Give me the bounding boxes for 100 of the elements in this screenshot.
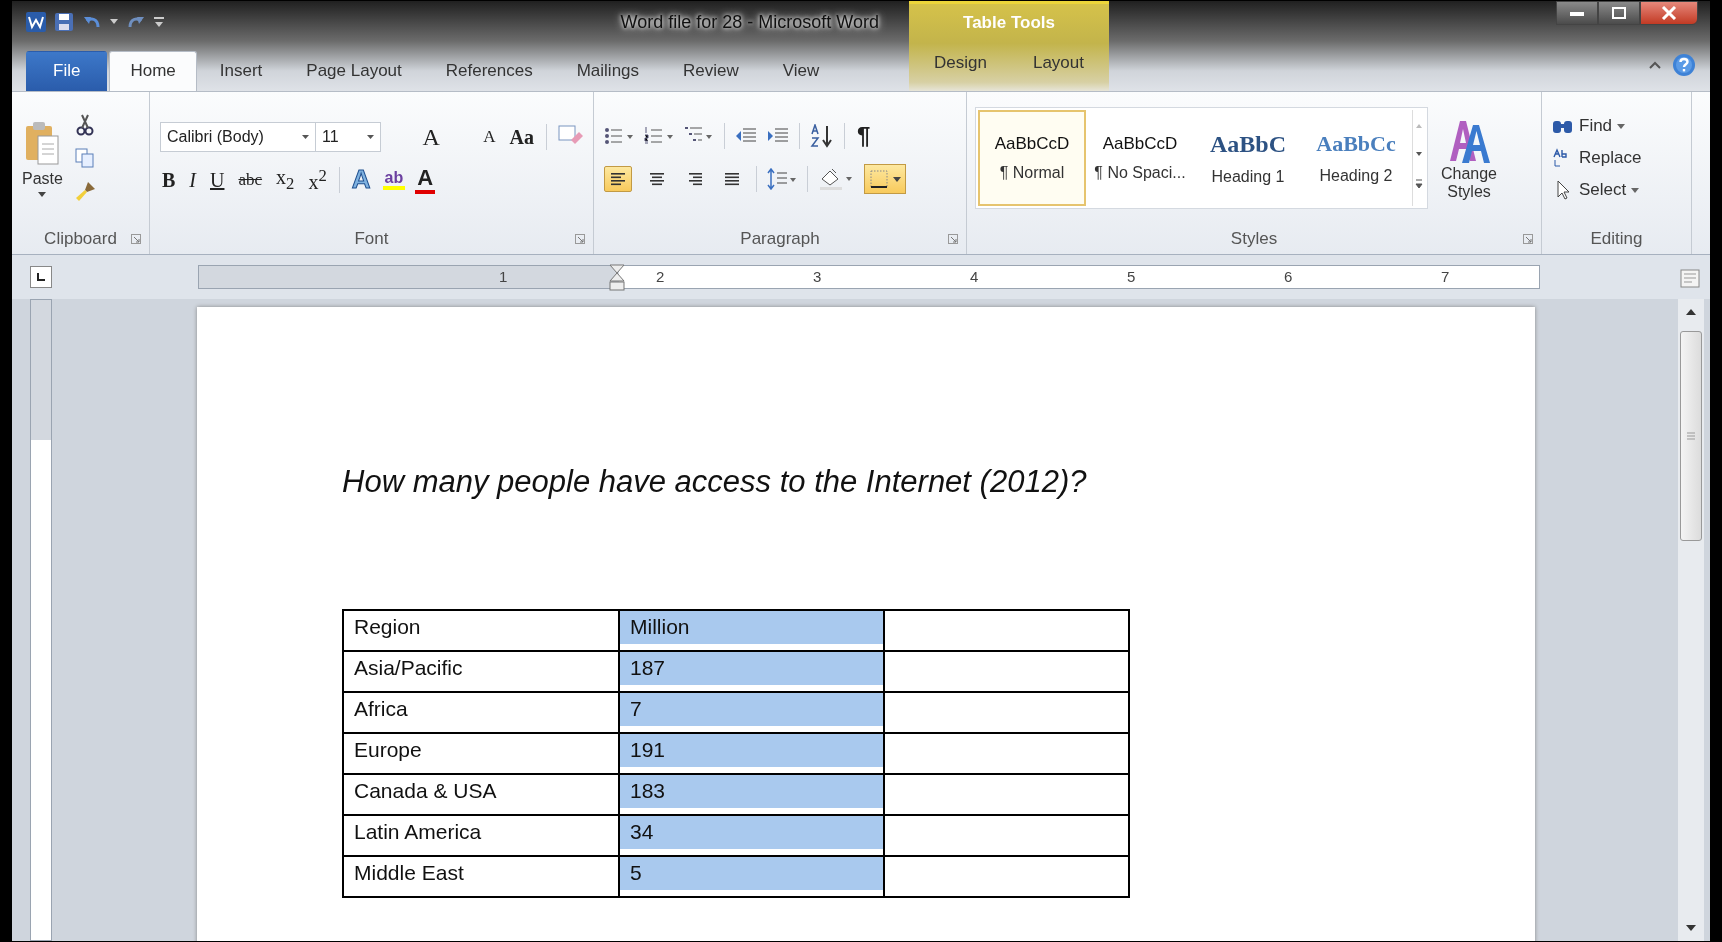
ruler-number: 2	[656, 268, 665, 285]
bold-button[interactable]: B	[160, 168, 178, 192]
align-icon	[724, 172, 740, 186]
script-button[interactable]: x$_{2}$	[274, 166, 297, 194]
group-label: Font	[354, 229, 389, 249]
caret-icon	[893, 176, 901, 182]
caret-icon	[1631, 187, 1640, 193]
ruler-number: 3	[813, 268, 822, 285]
group-label: Paragraph	[740, 229, 820, 249]
font-size-dropdown[interactable]: 11	[315, 122, 381, 152]
group-label: Editing	[1590, 229, 1643, 249]
ribbon-tab[interactable]: View	[761, 51, 841, 91]
ribbon-tab[interactable]: Insert	[198, 51, 284, 91]
ribbon-tab[interactable]: Page Layout	[285, 51, 423, 91]
show-marks-button[interactable]: ¶	[855, 122, 873, 150]
ruler-number: 4	[970, 268, 979, 285]
group-label: Styles	[1230, 229, 1278, 249]
table-cell: 187	[619, 651, 884, 692]
table-cell: Middle East	[343, 856, 619, 897]
ruler-number: 5	[1127, 268, 1136, 285]
maximize-button[interactable]	[1598, 1, 1640, 25]
numbering-icon[interactable]	[644, 126, 674, 146]
replace-button[interactable]: Replace	[1552, 145, 1691, 171]
table-cell: 34	[619, 815, 884, 856]
table-cell: 7	[619, 692, 884, 733]
borders-button[interactable]	[864, 164, 906, 194]
tab-selector-button[interactable]	[30, 266, 52, 288]
dialog-launcher-icon[interactable]	[131, 234, 141, 244]
caret-icon[interactable]	[110, 19, 118, 25]
grow-font-button[interactable]: A	[391, 123, 472, 151]
scissors-icon[interactable]	[74, 114, 95, 136]
table-cell: Africa	[343, 692, 619, 733]
align-button[interactable]	[604, 166, 632, 192]
scroll-thumb[interactable]	[1680, 331, 1702, 541]
table-cell: Canada & USA	[343, 774, 619, 815]
dialog-launcher-icon[interactable]	[575, 234, 585, 244]
ruler-number: 7	[1441, 268, 1450, 285]
bullets-icon[interactable]	[604, 126, 634, 146]
save-icon[interactable]	[54, 12, 74, 32]
clipboard-icon	[24, 119, 61, 166]
ribbon-tab[interactable]: Design	[913, 43, 1008, 83]
group-label: Clipboard	[44, 229, 117, 249]
minimize-ribbon-icon[interactable]	[1648, 60, 1662, 70]
ribbon-tab[interactable]: Layout	[1011, 43, 1105, 83]
caret-icon	[367, 135, 374, 139]
script-button[interactable]: x$^{2}$	[306, 166, 329, 194]
vertical-scrollbar[interactable]	[1678, 299, 1704, 941]
table-cell: Europe	[343, 733, 619, 774]
highlight-button[interactable]: ab	[382, 169, 406, 191]
word-logo-icon[interactable]	[26, 12, 46, 32]
copy-icon[interactable]	[74, 148, 95, 168]
dialog-launcher-icon[interactable]	[948, 234, 958, 244]
table-cell: 5	[619, 856, 884, 897]
shrink-font-button[interactable]: A	[481, 127, 498, 147]
help-icon[interactable]	[1672, 53, 1696, 77]
table-cell: 191	[619, 733, 884, 774]
table-cell: Million	[619, 610, 884, 651]
file-tab[interactable]: File	[26, 51, 108, 91]
ribbon-tab[interactable]: Review	[662, 51, 760, 91]
contextual-title: Table Tools	[963, 13, 1055, 34]
minimize-button[interactable]	[1556, 1, 1598, 25]
strike-button[interactable]: abc	[236, 170, 265, 190]
ruler-number: 6	[1284, 268, 1293, 285]
maximize-icon	[1612, 7, 1626, 19]
ribbon-tab[interactable]: Mailings	[555, 51, 661, 91]
paste-button[interactable]: Paste	[20, 117, 65, 199]
ribbon-tab[interactable]: References	[424, 51, 554, 91]
style-item[interactable]: AaBbCcD ¶ Normal	[978, 110, 1086, 206]
italic-button[interactable]: I	[187, 168, 198, 192]
scroll-up-icon[interactable]	[1685, 307, 1697, 317]
shading-icon[interactable]	[818, 167, 854, 191]
change-case-button[interactable]: Aa	[507, 125, 536, 149]
caret-icon	[38, 191, 47, 197]
font-name-dropdown[interactable]: Calibri (Body)	[160, 122, 316, 152]
sort-icon[interactable]	[810, 124, 834, 148]
ribbon-tab[interactable]: Home	[109, 51, 197, 91]
table-cell: Latin America	[343, 815, 619, 856]
font-color-button[interactable]: A	[415, 166, 436, 194]
left-tab-icon	[36, 272, 46, 282]
caret-icon	[1617, 123, 1626, 129]
select-button[interactable]: Select	[1552, 177, 1691, 203]
line-spacing-icon[interactable]	[767, 168, 797, 190]
indent-marker-icon[interactable]	[609, 264, 625, 292]
format-painter-icon[interactable]	[74, 180, 97, 202]
ruler-number: 1	[499, 268, 508, 285]
close-button[interactable]	[1640, 1, 1698, 25]
grip-icon	[1687, 432, 1695, 440]
caret-icon	[302, 135, 309, 139]
table-cell: Asia/Pacific	[343, 651, 619, 692]
find-button[interactable]: Find	[1552, 113, 1691, 139]
underline-button[interactable]: U	[208, 168, 227, 192]
document-heading: How many people have access to the Internet (2012)?	[342, 464, 1088, 500]
customize-icon[interactable]	[154, 16, 164, 28]
change-styles-button[interactable]: Change Styles	[1434, 115, 1504, 201]
dialog-launcher-icon[interactable]	[1523, 234, 1533, 244]
align-icon	[686, 172, 702, 186]
align-icon	[648, 172, 664, 186]
align-icon	[610, 172, 626, 186]
scroll-down-icon[interactable]	[1685, 923, 1697, 933]
table-cell: 183	[619, 774, 884, 815]
